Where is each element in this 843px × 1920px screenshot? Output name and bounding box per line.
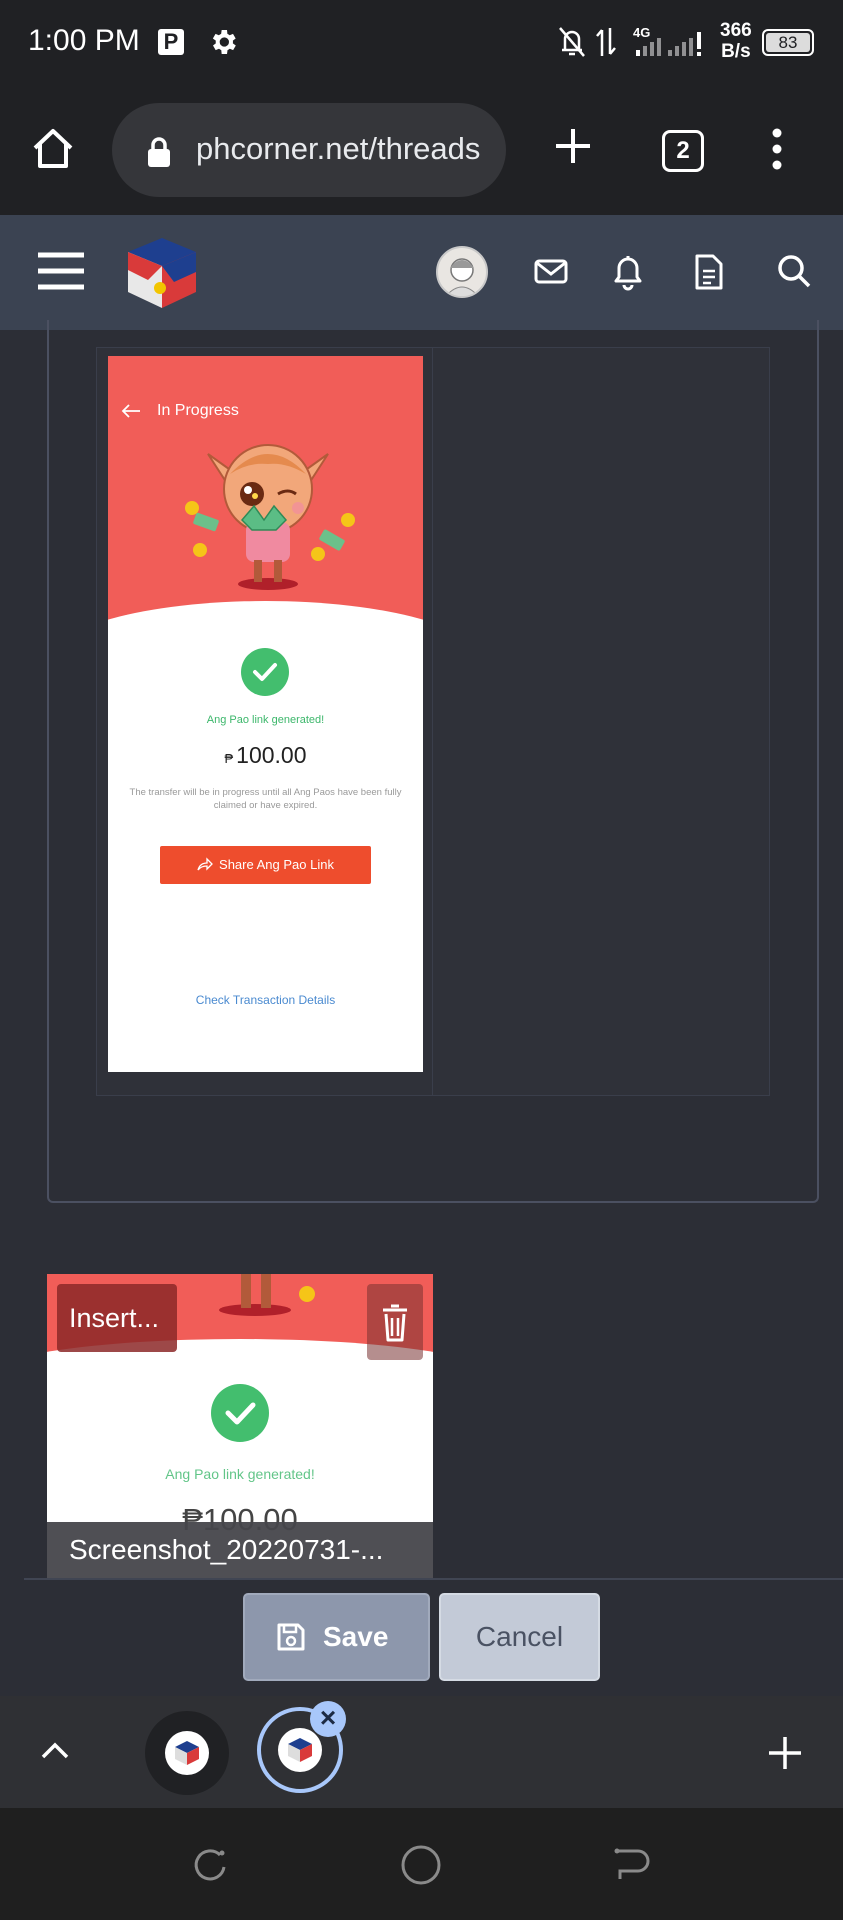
recent-apps-icon[interactable]	[190, 1845, 230, 1890]
screenshot-title: In Progress	[157, 402, 239, 419]
attachment-filename: Screenshot_20220731-...	[47, 1522, 433, 1578]
mascot-feet-illustration	[207, 1274, 317, 1323]
speed-unit: B/s	[721, 41, 751, 62]
check-transaction-details-link: Check Transaction Details	[195, 993, 336, 1007]
form-divider	[24, 1578, 843, 1580]
network-speed: 366 B/s	[720, 20, 752, 62]
attachment-generated-message: Ang Pao link generated!	[165, 1466, 315, 1482]
tab-strip	[0, 1696, 843, 1808]
trash-icon	[383, 1304, 407, 1342]
insert-button[interactable]: Insert...	[57, 1284, 177, 1352]
phcorner-favicon	[165, 1731, 209, 1775]
settings-gear-icon	[207, 26, 239, 63]
share-icon	[197, 857, 213, 871]
phcorner-favicon	[278, 1728, 322, 1772]
mascot-illustration-icon	[178, 424, 358, 599]
back-arrow-icon	[120, 403, 142, 424]
data-transfer-icon	[596, 28, 616, 56]
amount: ₱ 100.00	[108, 742, 423, 769]
attachment-preview[interactable]: Insert... Ang Pao link generated! ₱100.0…	[47, 1274, 433, 1578]
delete-attachment-button[interactable]	[367, 1284, 423, 1360]
status-icons: 4G	[556, 22, 716, 67]
phcorner-logo[interactable]	[122, 232, 202, 317]
home-icon[interactable]	[30, 126, 76, 175]
parking-badge-icon: P	[158, 29, 184, 55]
lock-icon[interactable]	[146, 136, 172, 173]
save-button[interactable]: Save	[243, 1593, 430, 1681]
tab-thumbnail-1[interactable]	[145, 1711, 229, 1795]
add-tab-icon[interactable]	[765, 1733, 805, 1778]
hamburger-menu-icon[interactable]	[38, 252, 84, 295]
battery-level: 83	[766, 33, 810, 52]
generated-message: Ang Pao link generated!	[206, 714, 325, 726]
share-button-label: Share Ang Pao Link	[219, 857, 334, 872]
save-icon	[276, 1622, 306, 1657]
new-tab-icon[interactable]	[553, 126, 593, 171]
document-icon[interactable]	[693, 253, 725, 296]
transfer-note: The transfer will be in progress until a…	[129, 787, 402, 811]
bell-icon[interactable]	[610, 253, 646, 296]
chevron-up-icon[interactable]	[40, 1740, 70, 1765]
post-screenshot-image[interactable]: In Progress Ang Pao link generated! ₱ 100…	[108, 356, 423, 1072]
notifications-off-icon	[559, 27, 585, 57]
home-circle-icon[interactable]	[400, 1844, 442, 1891]
status-time: 1:00 PM	[28, 24, 140, 57]
close-tab-icon[interactable]: ×	[310, 1701, 346, 1737]
battery-icon: 83	[762, 29, 814, 56]
menu-icon[interactable]	[770, 128, 784, 175]
share-ang-pao-button: Share Ang Pao Link	[160, 846, 371, 884]
url-text[interactable]: phcorner.net/threads	[196, 131, 490, 167]
tab-switcher-button[interactable]: 2	[662, 130, 704, 172]
currency-symbol: ₱	[224, 751, 234, 766]
success-check-icon	[241, 648, 289, 696]
back-icon[interactable]	[612, 1847, 652, 1888]
success-check-icon	[211, 1384, 269, 1442]
cancel-button[interactable]: Cancel	[439, 1593, 600, 1681]
speed-value: 366	[720, 20, 752, 41]
avatar[interactable]	[436, 246, 488, 298]
mail-icon[interactable]	[533, 253, 569, 294]
search-icon[interactable]	[776, 253, 812, 294]
network-label: 4G	[633, 25, 650, 40]
gallery-divider	[432, 347, 433, 1096]
amount-value: 100.00	[236, 742, 307, 768]
